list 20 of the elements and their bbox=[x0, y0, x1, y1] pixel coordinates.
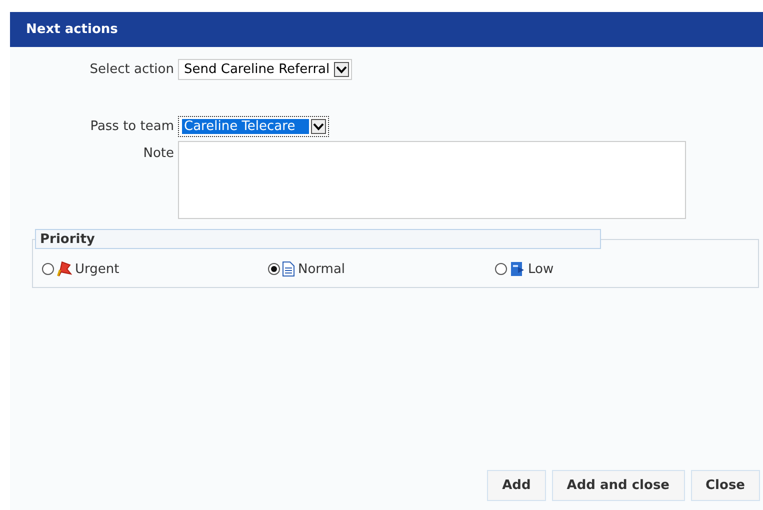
field-label: Pass to team bbox=[89, 119, 175, 134]
dialog-button[interactable]: Add bbox=[487, 470, 546, 501]
team-select[interactable]: Careline Telecare bbox=[178, 116, 330, 137]
action-select[interactable]: Send Careline Referral bbox=[178, 59, 352, 80]
field-label: Select action bbox=[88, 62, 175, 77]
radio-label: Normal bbox=[298, 262, 346, 276]
dialog-title: Next actions bbox=[10, 12, 763, 47]
flag-icon bbox=[56, 261, 72, 277]
radio-button[interactable] bbox=[268, 263, 280, 275]
radio-button[interactable] bbox=[495, 263, 507, 275]
priority-legend: Priority bbox=[35, 229, 601, 249]
caret-icon bbox=[311, 119, 326, 134]
radio-button[interactable] bbox=[42, 263, 54, 275]
dialog-button[interactable]: Close bbox=[690, 470, 760, 501]
radio-label: Low bbox=[528, 262, 554, 276]
note-field[interactable] bbox=[178, 141, 686, 219]
dialog-button[interactable]: Add and close bbox=[552, 470, 685, 501]
field-label: Note bbox=[142, 145, 175, 161]
caret-icon bbox=[334, 62, 349, 77]
radio-label: Urgent bbox=[75, 262, 120, 276]
